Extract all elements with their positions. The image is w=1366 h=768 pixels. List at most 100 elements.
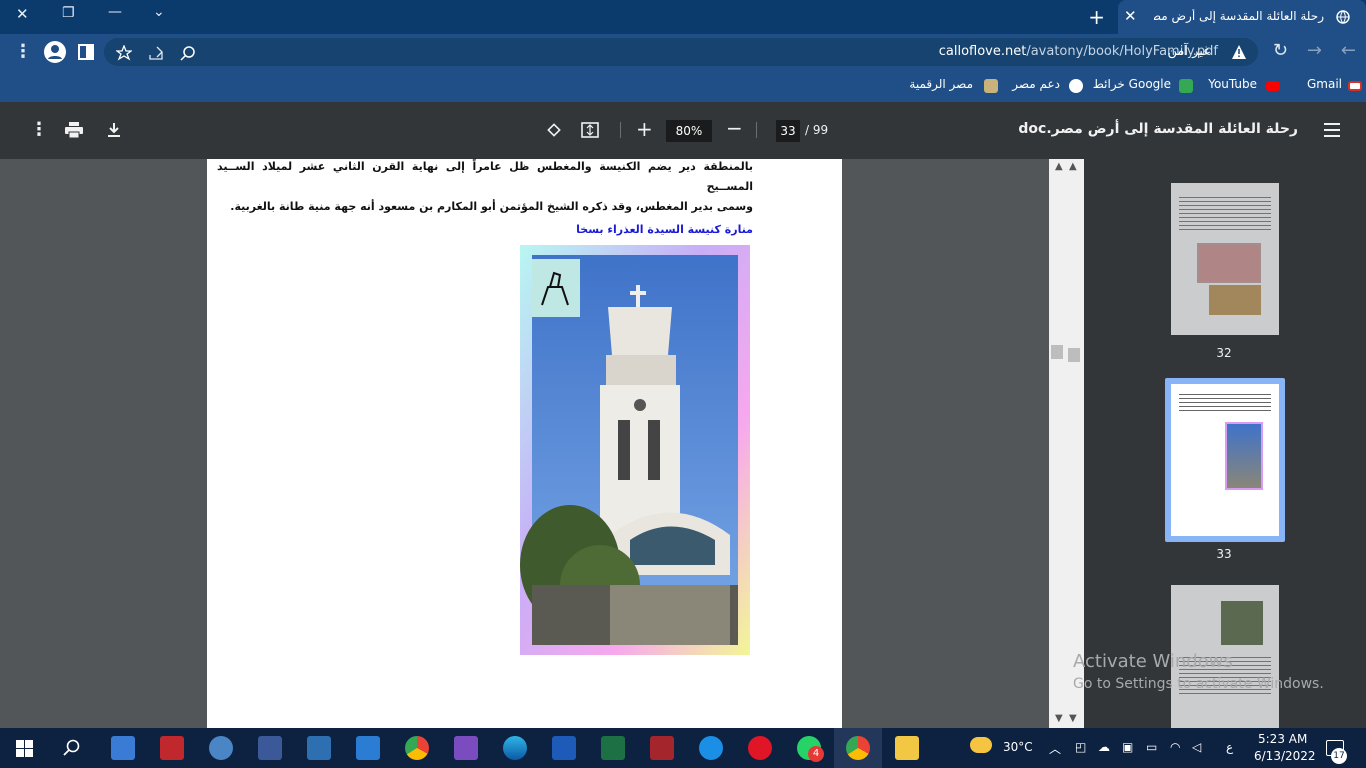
print-icon[interactable]	[65, 122, 83, 138]
bookmark-gmail[interactable]: Gmail	[1307, 77, 1342, 91]
text-line: بالمنطقة دير يضم الكنيسة والمغطس ظل عامر…	[217, 160, 753, 193]
language-indicator[interactable]: ع	[1226, 740, 1233, 754]
lens-icon[interactable]	[180, 45, 196, 61]
globe-icon	[1069, 79, 1083, 93]
hamburger-menu-icon[interactable]	[1324, 123, 1340, 137]
notification-badge: 4	[808, 746, 824, 762]
cloud-icon[interactable]: ☁	[1098, 740, 1110, 754]
facebook-icon[interactable]	[258, 736, 282, 760]
window-restore-button[interactable]: ❐	[62, 5, 75, 21]
thumbnail-text	[1179, 394, 1271, 414]
thumbnail-label: 33	[1216, 547, 1232, 561]
pdf-page: بالمنطقة دير يضم الكنيسة والمغطس ظل عامر…	[207, 159, 842, 728]
search-app-icon[interactable]	[209, 736, 233, 760]
zoom-input[interactable]: 80%	[666, 120, 712, 142]
menu-icon[interactable]: ⋮	[14, 41, 32, 62]
visual-studio-icon[interactable]	[454, 736, 478, 760]
person-icon	[48, 45, 62, 59]
scroll-up-arrow[interactable]: ▲	[1055, 161, 1063, 172]
scroll-thumb[interactable]	[1051, 345, 1063, 359]
chrome-icon[interactable]	[405, 736, 429, 760]
window-minimize-button[interactable]: —	[108, 4, 122, 20]
toolbar: ⋮ calloflove.net/avatony/book/HolyFamily…	[0, 34, 1366, 70]
opera-icon[interactable]	[748, 736, 772, 760]
image-caption: منارة كنيسة السيدة العذراء بسخا	[576, 223, 753, 236]
notification-count: 17	[1331, 748, 1347, 764]
sidebar-icon[interactable]	[78, 44, 94, 60]
sync-app-icon[interactable]	[699, 736, 723, 760]
profile-avatar[interactable]	[44, 41, 66, 63]
edge-icon[interactable]	[503, 736, 527, 760]
zoom-out-icon[interactable]: −	[726, 116, 743, 140]
bookmark-youtube[interactable]: YouTube	[1208, 77, 1257, 91]
globe-icon	[1336, 10, 1350, 24]
rotate-icon[interactable]	[545, 121, 563, 139]
forward-icon[interactable]: →	[1307, 40, 1322, 61]
search-icon[interactable]	[63, 739, 81, 757]
chevron-up-icon[interactable]: ︿	[1049, 740, 1061, 757]
more-actions-icon[interactable]: ⋮	[30, 119, 48, 140]
back-icon[interactable]: ←	[1341, 40, 1356, 61]
weather-icon[interactable]	[970, 737, 992, 753]
scroll-thumb[interactable]	[1068, 348, 1080, 362]
thumbnail-page-32[interactable]	[1171, 183, 1279, 335]
not-secure-label[interactable]: غير آمن	[1168, 44, 1211, 59]
word-icon[interactable]	[552, 736, 576, 760]
paragraph: بالمنطقة دير يضم الكنيسة والمغطس ظل عامر…	[217, 157, 753, 217]
calendar-icon[interactable]	[356, 736, 380, 760]
reload-icon[interactable]: ↻	[1273, 40, 1288, 61]
excel-icon[interactable]	[601, 736, 625, 760]
document-title: رحلة العائلة المقدسة إلى أرض مصر.doc	[1018, 121, 1298, 137]
acrobat-icon[interactable]	[160, 736, 184, 760]
thumbnail-text	[1179, 197, 1271, 231]
tab-title: رحلة العائلة المقدسة إلى أرض مصر	[1154, 9, 1324, 23]
scroll-up-arrow[interactable]: ▲	[1069, 161, 1077, 172]
share-icon[interactable]	[148, 45, 164, 61]
scroll-down-arrow[interactable]: ▼	[1055, 713, 1063, 724]
bookmark-digital-egypt[interactable]: مصر الرقمية	[909, 77, 973, 91]
access-icon[interactable]	[650, 736, 674, 760]
clock-time[interactable]: 5:23 AM	[1258, 732, 1307, 746]
volume-icon[interactable]: ◁	[1192, 740, 1201, 754]
taskbar: 4 30°C ︿ ◰ ☁ ▣ ▭ ◠ ◁ ع 5:23 AM 6/13/2022…	[0, 728, 1366, 768]
activation-watermark: Activate Windows	[1073, 651, 1233, 672]
bookmark-google-maps[interactable]: خرائط Google	[1093, 77, 1171, 91]
calculator-icon[interactable]	[307, 736, 331, 760]
wifi-icon[interactable]: ◠	[1170, 740, 1180, 754]
windows-start-icon[interactable]	[16, 740, 33, 757]
taskbar-app-icon[interactable]	[111, 736, 135, 760]
scrollbar[interactable]: ▲ ▲ ▼ ▼	[1049, 159, 1084, 728]
tab-close-button[interactable]: ✕	[1124, 7, 1137, 25]
bookmark-support-egypt[interactable]: دعم مصر	[1012, 77, 1060, 91]
thumbnail-image	[1197, 243, 1261, 283]
url-domain: calloflove.net	[938, 44, 1027, 59]
text-line: وسمى بدير المغطس، وقد ذكره الشيخ المؤتمن…	[230, 200, 753, 213]
fit-page-icon[interactable]	[581, 122, 599, 138]
tab-strip: ✕ ❐ — ⌄ + رحلة العائلة المقدسة إلى أرض م…	[0, 0, 1366, 34]
warning-icon[interactable]	[1231, 44, 1247, 60]
system-tray-icon[interactable]: ▣	[1122, 740, 1133, 754]
zoom-in-icon[interactable]: +	[636, 117, 653, 141]
address-bar[interactable]: calloflove.net/avatony/book/HolyFamily.p…	[104, 38, 1258, 66]
tab-search-button[interactable]: ⌄	[153, 4, 165, 20]
download-icon[interactable]	[106, 122, 122, 138]
weather-temp[interactable]: 30°C	[1003, 740, 1033, 754]
new-tab-button[interactable]: +	[1088, 5, 1105, 29]
scroll-down-arrow[interactable]: ▼	[1069, 713, 1077, 724]
thumbnail-label: 32	[1216, 346, 1232, 360]
file-explorer-icon[interactable]	[895, 736, 919, 760]
thumbnail-image	[1221, 601, 1263, 645]
digital-egypt-icon	[984, 79, 998, 93]
thumbnail-page-33[interactable]	[1171, 384, 1279, 536]
page-number-input[interactable]: 33	[776, 120, 800, 142]
window-close-button[interactable]: ✕	[16, 5, 29, 23]
clock-date[interactable]: 6/13/2022	[1254, 749, 1316, 763]
star-icon[interactable]	[116, 45, 132, 61]
system-tray-icon[interactable]: ◰	[1075, 740, 1086, 754]
active-tab[interactable]: رحلة العائلة المقدسة إلى أرض مصر ✕	[1118, 0, 1366, 34]
battery-icon[interactable]: ▭	[1146, 740, 1157, 754]
pdf-viewer[interactable]: بالمنطقة دير يضم الكنيسة والمغطس ظل عامر…	[0, 159, 1084, 728]
divider	[620, 122, 621, 138]
chrome-profile-icon[interactable]	[846, 736, 870, 760]
thumbnail-image	[1209, 285, 1261, 315]
